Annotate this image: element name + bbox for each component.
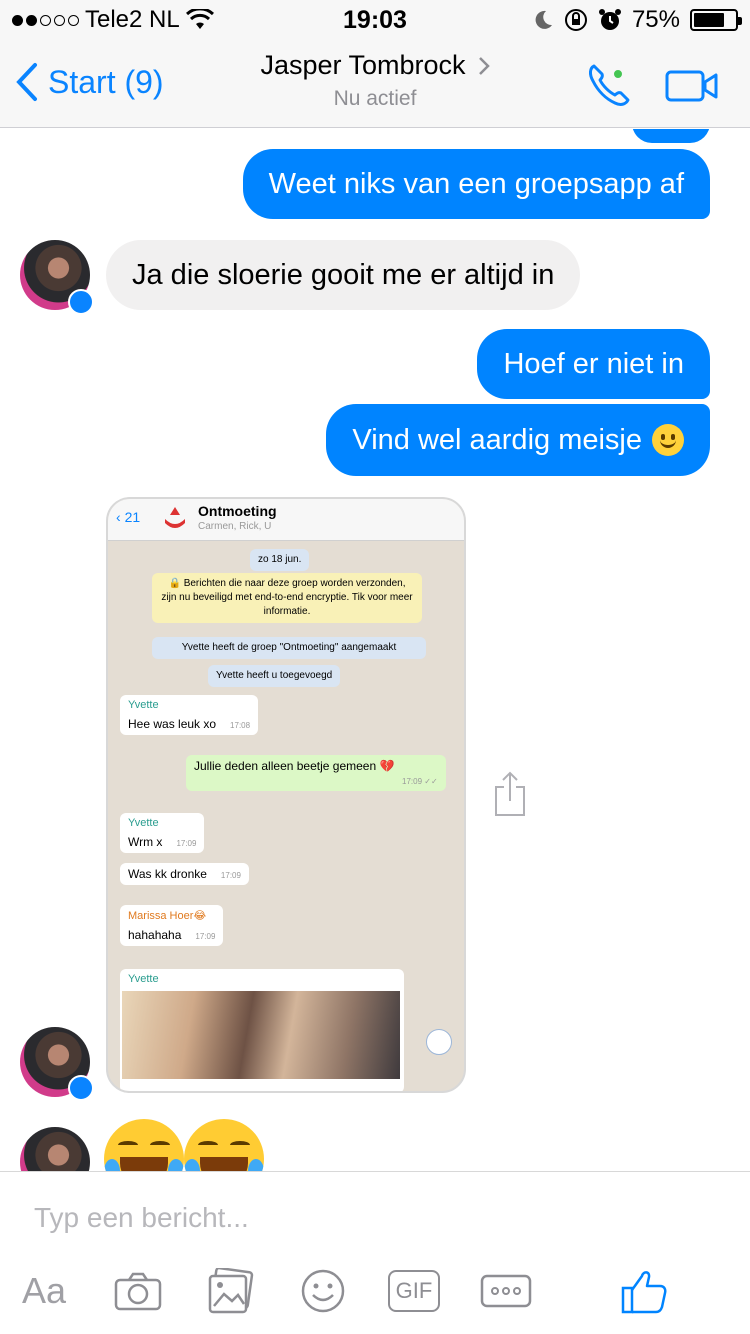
camera-icon[interactable] (114, 1268, 162, 1314)
message-text: Hoef er niet in (503, 347, 684, 380)
contact-status: Nu actief (333, 87, 417, 110)
message-composer: Typ een bericht... Aa GIF (0, 1171, 750, 1334)
shot-time: 17:09 (220, 871, 241, 880)
shot-group-name: Ontmoeting (198, 503, 277, 519)
battery-icon (690, 9, 742, 31)
shot-system-message: Yvette heeft de groep "Ontmoeting" aange… (152, 637, 426, 659)
shot-text: Was kk dronke (128, 867, 207, 881)
shot-chat-message: Was kk dronke 17:09 (120, 863, 249, 885)
shot-chat-message: Yvette Hee was leuk xo 17:08 (120, 695, 259, 735)
shot-members: Carmen, Rick, U (198, 521, 272, 532)
message-input[interactable]: Typ een bericht... (34, 1202, 249, 1234)
gallery-icon[interactable] (206, 1268, 254, 1314)
more-icon[interactable] (480, 1268, 532, 1314)
message-list[interactable]: Weet niks van een groepsapp af Ja die sl… (0, 129, 750, 1171)
messenger-badge-icon (68, 1075, 94, 1101)
messenger-badge-icon (68, 289, 94, 315)
text-style-button[interactable]: Aa (22, 1268, 66, 1314)
shot-sender: Yvette (128, 699, 159, 711)
contact-title[interactable]: Jasper Tombrock Nu actief (0, 50, 750, 111)
like-icon[interactable] (620, 1268, 668, 1314)
shot-text: Wrm x (128, 835, 163, 849)
shared-screenshot-image[interactable]: ‹ 21 Ontmoeting Carmen, Rick, U zo 18 ju… (106, 497, 466, 1093)
alarm-icon (598, 9, 621, 30)
moon-icon (535, 10, 552, 29)
shot-text: Jullie deden alleen beetje gemeen 💔 (194, 759, 395, 773)
orientation-lock-icon (564, 9, 587, 31)
shot-chat-message: Yvette Wrm x 17:09 (120, 813, 205, 853)
smiley-emoji-icon (652, 424, 684, 456)
share-icon[interactable] (492, 769, 528, 819)
conversation-header: Start (9) Jasper Tombrock Nu actief (0, 40, 750, 128)
gif-button[interactable]: GIF (388, 1270, 440, 1312)
message-text: Vind wel aardig meisje (352, 423, 642, 456)
shot-time: 17:09 (195, 932, 216, 941)
message-bubble-incoming[interactable]: Ja die sloerie gooit me er altijd in (106, 240, 581, 310)
message-bubble-outgoing[interactable]: Weet niks van een groepsapp af (242, 149, 710, 219)
shot-photo (122, 991, 400, 1079)
battery-fill (694, 13, 724, 27)
battery-percentage: 75% (631, 6, 680, 33)
shot-scroll-down-icon (426, 1029, 452, 1055)
message-text: Ja die sloerie gooit me er altijd in (132, 258, 555, 291)
shot-text: Hee was leuk xo (128, 717, 217, 731)
shot-date-chip: zo 18 jun. (250, 549, 310, 571)
emoji-icon[interactable] (300, 1268, 346, 1314)
shot-chat-message: Jullie deden alleen beetje gemeen 💔 17:0… (186, 755, 446, 791)
phone-call-icon[interactable] (584, 60, 634, 110)
message-bubble-outgoing[interactable]: Hoef er niet in (477, 329, 710, 399)
shot-sender: Marissa Hoer😂 (128, 910, 207, 922)
face-with-tears-of-joy-icon[interactable] (184, 1119, 264, 1171)
group-logo-icon (165, 507, 185, 528)
contact-avatar[interactable] (20, 1127, 90, 1171)
shot-time: 17:09 (176, 839, 197, 848)
shot-text: hahahaha (128, 928, 182, 942)
shot-encryption-notice: 🔒 Berichten die naar deze groep worden v… (152, 573, 422, 623)
shot-back-count: ‹ 21 (116, 509, 141, 525)
message-bubble-outgoing[interactable]: Vind wel aardig meisje (326, 404, 710, 476)
shot-time: 17:09 ✓✓ (402, 777, 438, 786)
video-call-icon[interactable] (664, 66, 720, 106)
shot-time: 17:08 (230, 721, 251, 730)
composer-toolbar: Aa GIF (0, 1268, 750, 1318)
chevron-right-icon (478, 56, 490, 75)
message-bubble-partial[interactable] (632, 129, 710, 143)
shot-sender: Yvette (128, 817, 159, 829)
message-text: Weet niks van een groepsapp af (268, 167, 684, 200)
shot-system-message: Yvette heeft u toegevoegd (208, 665, 341, 687)
contact-name: Jasper Tombrock (260, 50, 466, 80)
active-status-dot (612, 68, 624, 80)
face-with-tears-of-joy-icon[interactable] (104, 1119, 184, 1171)
gif-label: GIF (395, 1278, 433, 1303)
shot-chat-message: Marissa Hoer😂 hahahaha 17:09 (120, 905, 224, 946)
shot-sender: Yvette (128, 973, 159, 985)
status-bar: Tele2 NL 19:03 75% (0, 0, 750, 40)
